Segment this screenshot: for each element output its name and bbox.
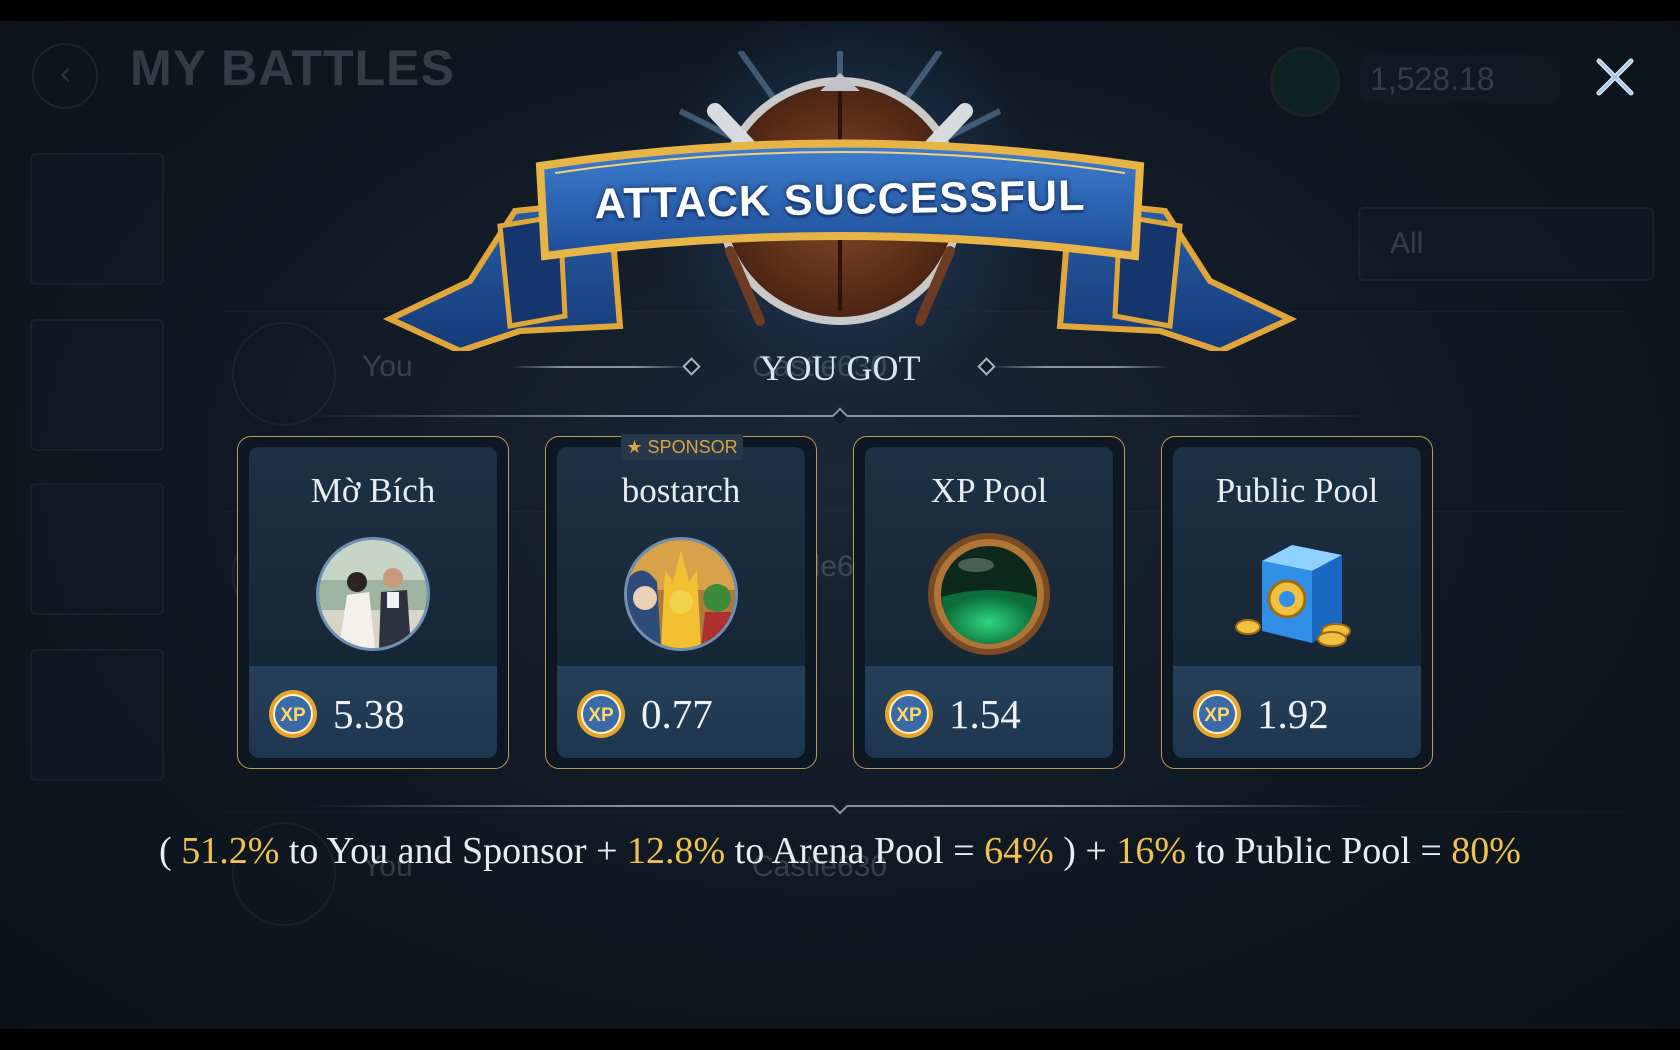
side-tab	[30, 483, 164, 615]
close-icon	[1596, 58, 1634, 96]
card-footer: XP 1.92	[1173, 666, 1421, 758]
back-arrow-icon: ‹	[32, 43, 98, 109]
close-button[interactable]	[1587, 49, 1643, 105]
formula-open: (	[159, 830, 172, 872]
xp-coin-icon: XP	[1191, 688, 1243, 740]
xp-coin-icon: XP	[575, 688, 627, 740]
background-balance: 1,528.18	[1360, 55, 1560, 103]
card-name: Mờ Bích	[310, 471, 436, 510]
reward-card-public-pool: Public Pool XP 1.92	[1161, 436, 1433, 769]
sponsor-badge: ★ SPONSOR	[621, 434, 743, 460]
card-value: 1.92	[1257, 691, 1329, 737]
vault-box-icon	[1232, 531, 1362, 657]
formula-percent-subtotal: 64%	[984, 830, 1054, 872]
formula-text-arena: to Arena Pool =	[734, 830, 975, 872]
xp-coin-icon: XP	[883, 688, 935, 740]
card-footer: XP 0.77	[557, 666, 805, 758]
formula-percent-you-sponsor: 51.2%	[181, 830, 280, 872]
side-tab	[30, 153, 164, 285]
card-value: 1.54	[949, 691, 1021, 737]
formula-percent-total: 80%	[1451, 830, 1521, 872]
reward-card-player: Mờ Bích XP 5.38	[237, 436, 509, 769]
card-name: XP Pool	[930, 471, 1048, 510]
svg-text:XP: XP	[588, 705, 614, 726]
sponsor-avatar	[624, 537, 738, 651]
formula-percent-arena: 12.8%	[627, 830, 726, 872]
svg-text:XP: XP	[280, 705, 306, 726]
card-footer: XP 1.54	[865, 666, 1113, 758]
reward-card-xp-pool: XP Pool XP 1.54	[853, 436, 1125, 769]
card-name: Public Pool	[1215, 471, 1379, 510]
formula-percent-public: 16%	[1116, 830, 1186, 872]
battle-result-screen: ‹ MY BATTLES 1,528.18 All You Castle630 …	[0, 21, 1680, 1029]
formula-text-you-sponsor: to You and Sponsor +	[288, 830, 618, 872]
top-divider-notch	[831, 407, 849, 425]
background-filter: All	[1358, 207, 1654, 281]
bottom-divider-notch	[831, 797, 849, 815]
xp-coin-icon: XP	[267, 688, 319, 740]
card-value: 0.77	[641, 691, 713, 737]
formula-close: ) +	[1063, 830, 1107, 872]
green-orb-icon	[924, 531, 1054, 657]
reward-formula: ( 51.2% to You and Sponsor + 12.8% to Ar…	[0, 829, 1680, 873]
card-name: bostarch	[621, 471, 741, 510]
user-avatar	[316, 537, 430, 651]
svg-text:XP: XP	[896, 705, 922, 726]
you-got-heading: YOU GOT	[759, 348, 921, 388]
card-footer: XP 5.38	[249, 666, 497, 758]
formula-text-public: to Public Pool =	[1195, 830, 1442, 872]
svg-text:XP: XP	[1204, 705, 1230, 726]
reward-card-sponsor: bostarch XP 0.77	[545, 436, 817, 769]
attack-successful-banner: ATTACK SUCCESSFUL	[380, 21, 1300, 391]
side-tab	[30, 649, 164, 781]
card-value: 5.38	[333, 691, 405, 737]
